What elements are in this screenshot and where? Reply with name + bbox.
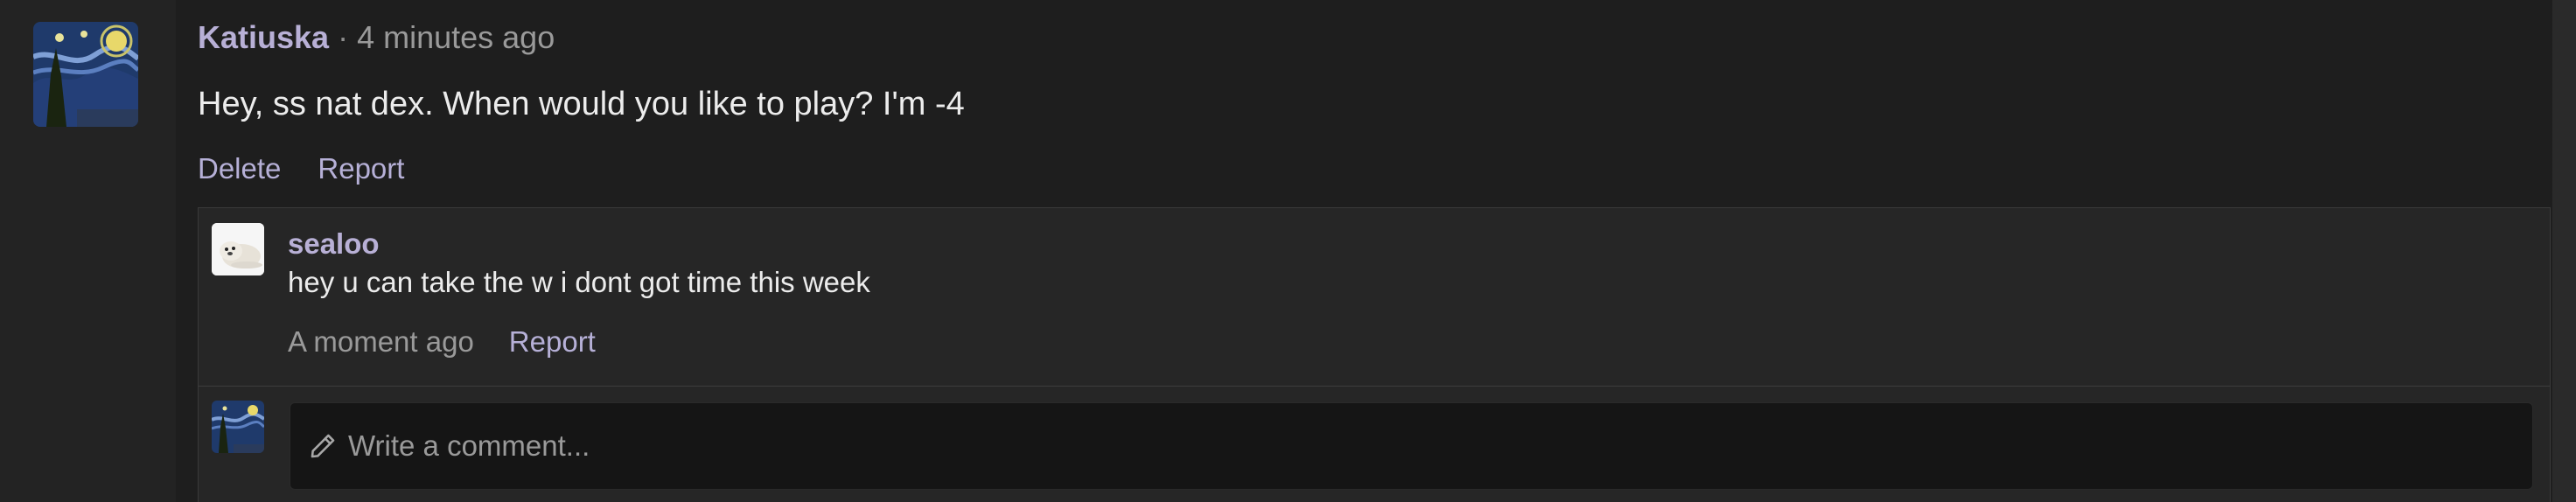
comment-thread-page: Katiuska · 4 minutes ago Hey, ss nat dex… <box>0 0 2576 502</box>
reply-report-button[interactable]: Report <box>509 325 596 359</box>
pencil-icon <box>308 431 338 461</box>
separator: · <box>338 19 349 55</box>
post-body: Hey, ss nat dex. When would you like to … <box>198 86 965 122</box>
reply-author[interactable]: sealoo <box>288 227 380 261</box>
post-timestamp: 4 minutes ago <box>357 19 555 55</box>
starry-night-avatar-icon[interactable] <box>33 22 138 127</box>
scrollbar[interactable] <box>2552 0 2576 502</box>
post-author[interactable]: Katiuska <box>198 19 329 56</box>
post-header: Katiuska · 4 minutes ago <box>198 19 2551 68</box>
reply-meta: A moment ago Report <box>288 325 596 359</box>
comment-input-box[interactable] <box>290 402 2533 490</box>
comment-composer <box>199 387 2550 502</box>
comment-input[interactable] <box>346 429 2449 464</box>
post: Katiuska · 4 minutes ago Hey, ss nat dex… <box>198 19 2551 198</box>
replies-container: sealoo hey u can take the w i dont got t… <box>198 207 2551 502</box>
reply-timestamp: A moment ago <box>288 325 474 358</box>
reply-item: sealoo hey u can take the w i dont got t… <box>199 208 2550 386</box>
post-actions: Delete Report <box>198 152 2551 198</box>
delete-button[interactable]: Delete <box>198 152 281 198</box>
seal-avatar-icon[interactable] <box>212 223 264 275</box>
reply-body: hey u can take the w i dont got time thi… <box>288 266 870 298</box>
report-button[interactable]: Report <box>318 152 404 198</box>
starry-night-avatar-icon <box>212 401 264 453</box>
